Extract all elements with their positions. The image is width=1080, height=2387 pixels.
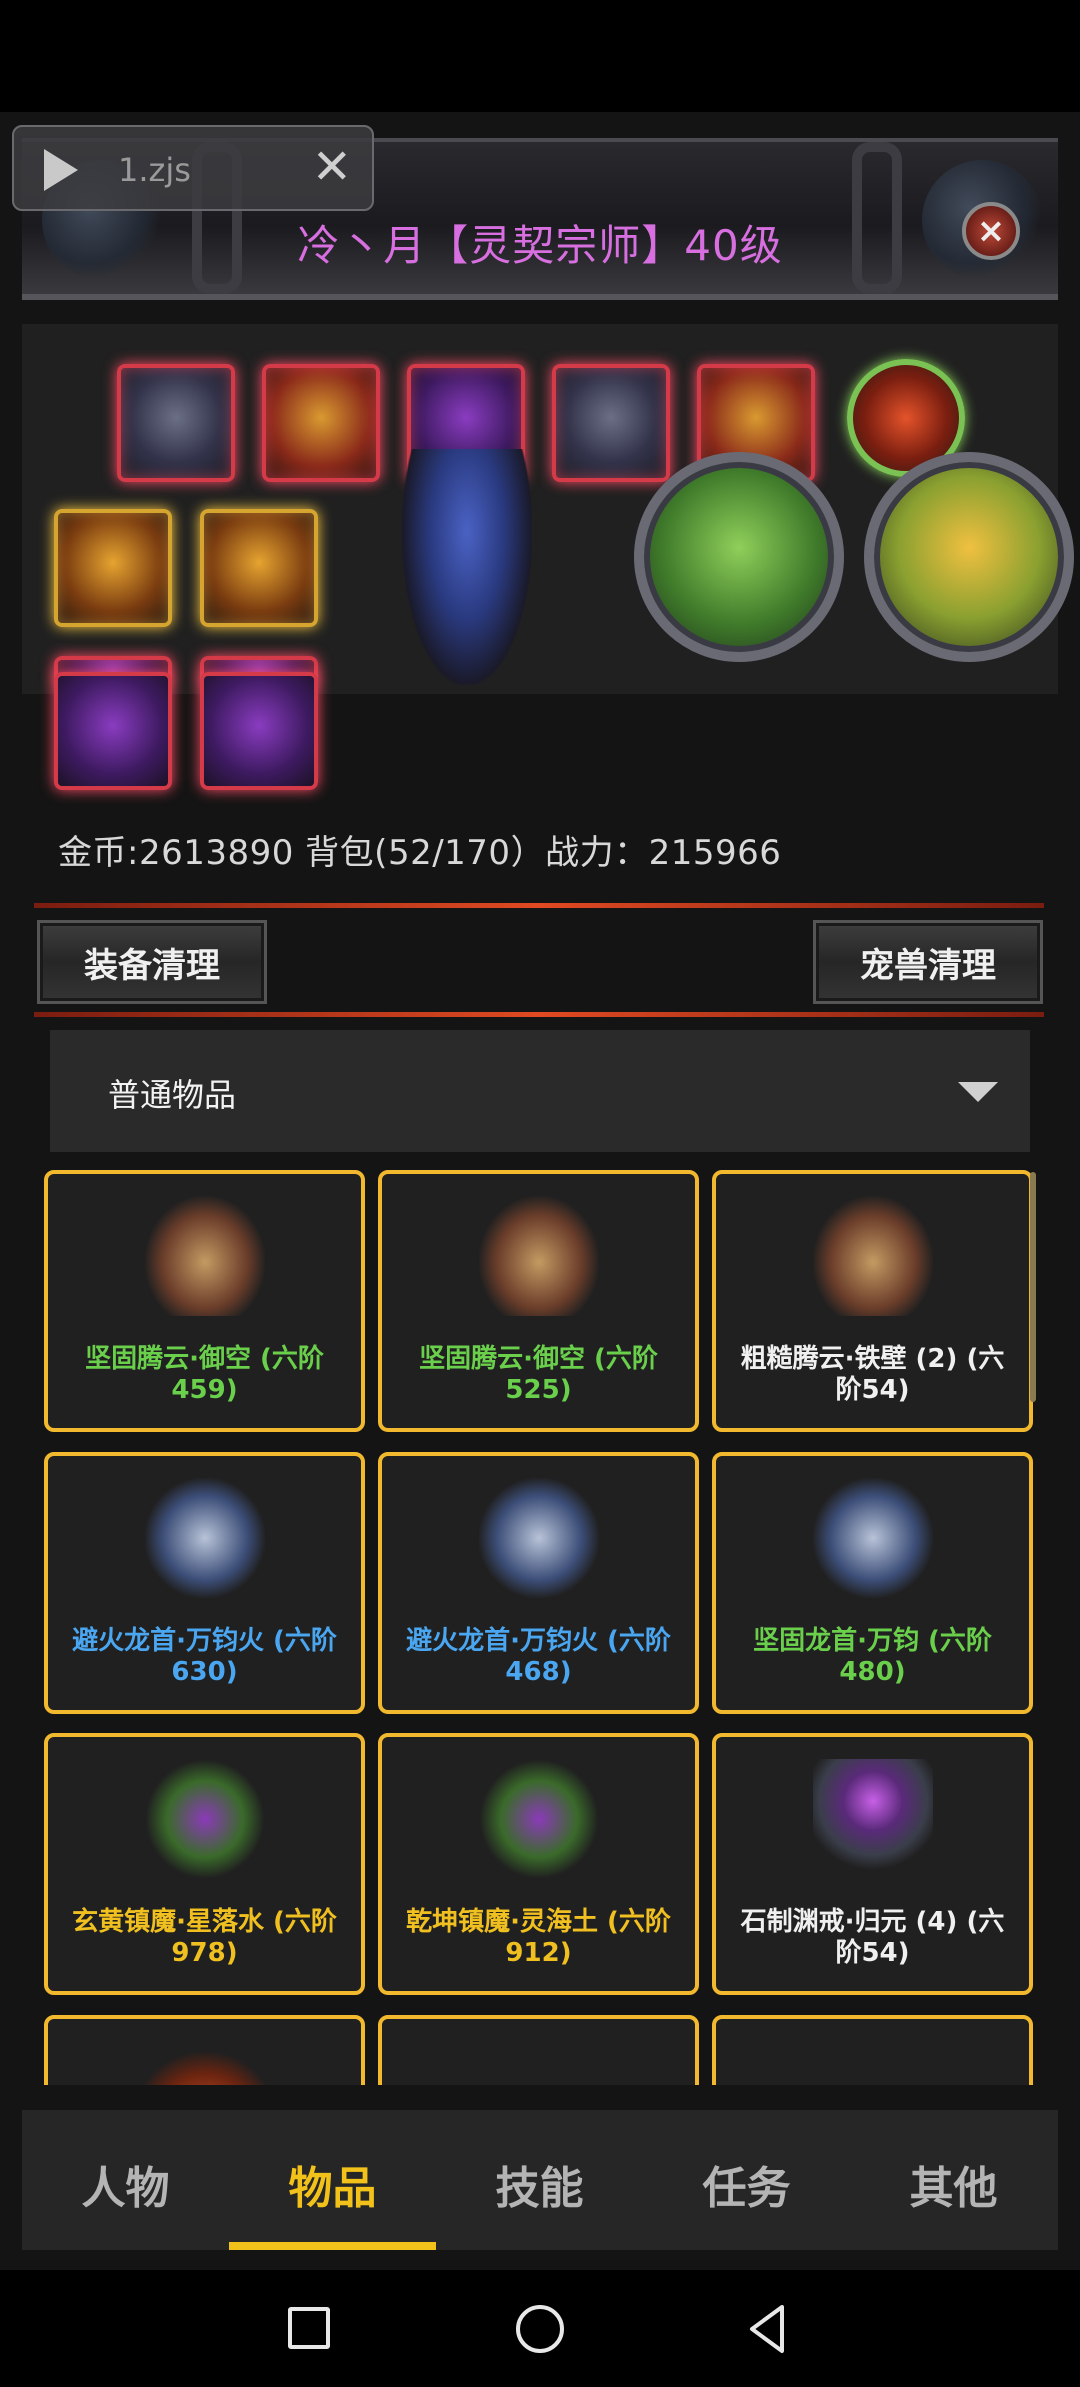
item-cell[interactable] [712,2015,1033,2085]
scepter-icon[interactable] [54,509,172,627]
boots-icon [812,1196,933,1316]
boots-icon [144,1196,265,1316]
tab-character[interactable]: 人物 [22,2152,229,2216]
dropdown-selected: 普通物品 [108,1076,237,1114]
wings-icon[interactable] [552,364,670,482]
helmet-icon [812,1478,933,1598]
chevron-down-icon[interactable] [958,1082,998,1102]
item-cell[interactable]: 乾坤镇魔·灵海土 (六阶912) [378,1733,699,1995]
scrollbar[interactable] [1030,1172,1036,1402]
item-name: 粗糙腾云·铁壁 (2) (六阶54) [740,1344,1005,1405]
orb-icon[interactable] [200,672,318,790]
back-icon[interactable] [746,2304,788,2354]
divider [34,903,1044,908]
item-name: 坚固腾云·御空 (六阶459) [85,1344,324,1405]
script-chip[interactable]: 1.zjs ✕ [12,125,374,211]
tab-items[interactable]: 物品 [229,2152,436,2216]
item-cell[interactable]: 坚固龙首·万钧 (六阶480) [712,1452,1033,1714]
item-name: 乾坤镇魔·灵海土 (六阶912) [406,1907,671,1968]
tab-quests[interactable]: 任务 [643,2152,850,2216]
status-bar [0,0,1080,112]
orb-icon[interactable] [54,672,172,790]
item-cell[interactable]: 坚固腾云·御空 (六阶525) [378,1170,699,1432]
item-name: 石制渊戒·归元 (4) (六阶54) [740,1907,1005,1968]
item-cell[interactable]: 粗糙腾云·铁壁 (2) (六阶54) [712,1170,1033,1432]
item-cell[interactable]: 坚固腾云·御空 (六阶459) [44,1170,365,1432]
character-panel [22,324,1074,694]
equip-clean-button[interactable]: 装备清理 [37,920,267,1004]
player-title: 冷丶月【灵契宗师】40级 [297,221,783,270]
recents-icon[interactable] [288,2307,330,2349]
helmet-icon[interactable] [117,364,235,482]
player-stats: 金币:2613890 背包(52/170）战力：215966 [58,833,782,873]
boots-icon [478,1196,599,1316]
item-cell[interactable]: 石制渊戒·归元 (4) (六阶54) [712,1733,1033,1995]
pet-clean-button[interactable]: 宠兽清理 [813,920,1043,1004]
item-name: 避火龙首·万钧火 (六阶468) [406,1626,671,1687]
scepter-icon[interactable] [200,509,318,627]
item-name: 玄黄镇魔·星落水 (六阶978) [72,1907,337,1968]
helmet-icon [144,1478,265,1598]
item-cell[interactable]: 避火龙首·万钧火 (六阶468) [378,1452,699,1714]
character-avatar [402,449,532,685]
pet-dragon-turtle-icon[interactable] [634,452,844,662]
item-cell[interactable]: 玄黄镇魔·星落水 (六阶978) [44,1733,365,1995]
helmet-icon [478,1478,599,1598]
item-name: 坚固龙首·万钧 (六阶480) [753,1626,992,1687]
item-cell[interactable] [378,2015,699,2085]
active-tab-indicator [229,2242,436,2250]
item-cell[interactable]: 避火龙首·万钧火 (六阶630) [44,1452,365,1714]
ring-icon [812,1759,933,1879]
home-icon[interactable] [516,2305,564,2353]
pet-child-warrior-icon[interactable] [864,452,1074,662]
item-grid: 坚固腾云·御空 (六阶459) 坚固腾云·御空 (六阶525) 粗糙腾云·铁壁 … [44,1170,1040,2085]
item-name: 避火龙首·万钧火 (六阶630) [72,1626,337,1687]
tab-skills[interactable]: 技能 [436,2152,643,2216]
close-x-icon[interactable]: ✕ [312,139,352,195]
item-type-dropdown[interactable]: 普通物品 [50,1030,1030,1152]
amulet-icon [478,1759,599,1879]
script-name: 1.zjs [118,151,191,189]
divider [34,1012,1044,1017]
item-name: 坚固腾云·御空 (六阶525) [419,1344,658,1405]
armor-icon[interactable] [262,364,380,482]
play-icon[interactable] [44,149,78,191]
amulet-icon [144,1759,265,1879]
bottom-tab-bar: 人物 物品 技能 任务 其他 [22,2110,1058,2250]
tab-other[interactable]: 其他 [850,2152,1057,2216]
close-icon[interactable]: × [962,202,1020,260]
item-cell[interactable] [44,2015,365,2085]
orb-icon [144,2041,265,2085]
